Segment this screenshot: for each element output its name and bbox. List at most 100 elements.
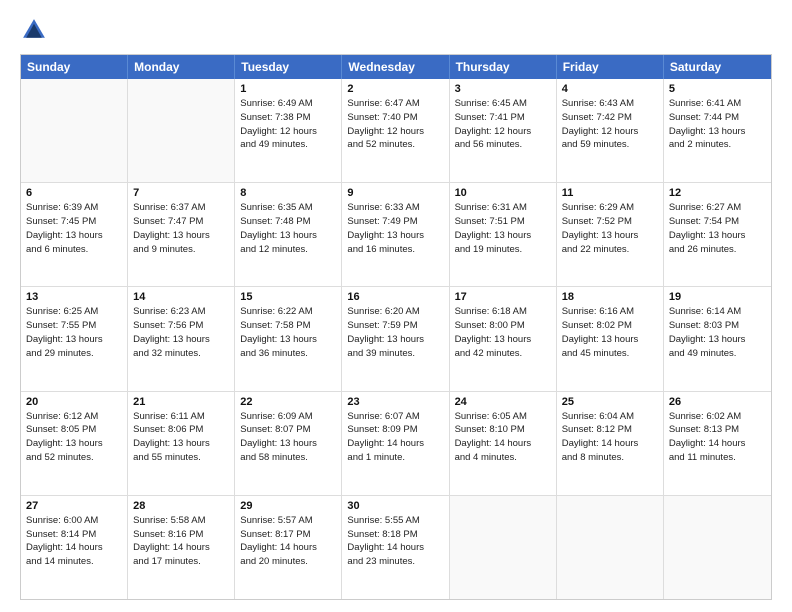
- cell-line: and 8 minutes.: [562, 451, 658, 465]
- cell-line: and 17 minutes.: [133, 555, 229, 569]
- cell-line: Sunrise: 6:22 AM: [240, 305, 336, 319]
- cell-line: Sunset: 7:41 PM: [455, 111, 551, 125]
- cell-line: Daylight: 14 hours: [347, 437, 443, 451]
- day-number: 16: [347, 291, 443, 303]
- cell-line: Daylight: 13 hours: [347, 333, 443, 347]
- calendar-cell: 17Sunrise: 6:18 AMSunset: 8:00 PMDayligh…: [450, 287, 557, 390]
- cell-line: and 49 minutes.: [669, 347, 766, 361]
- cell-line: Daylight: 12 hours: [455, 125, 551, 139]
- cell-line: Sunset: 7:42 PM: [562, 111, 658, 125]
- logo: [20, 16, 52, 44]
- cell-line: Sunset: 8:17 PM: [240, 528, 336, 542]
- calendar-cell: 16 Sunrise: 6:20 AMSunset: 7:59 PMDayligh…: [342, 287, 449, 390]
- cell-line: Sunset: 7:44 PM: [669, 111, 766, 125]
- calendar-cell: 28Sunrise: 5:58 AMSunset: 8:16 PMDayligh…: [128, 496, 235, 599]
- cell-line: Daylight: 13 hours: [669, 229, 766, 243]
- cell-line: Sunrise: 6:45 AM: [455, 97, 551, 111]
- cell-line: Daylight: 14 hours: [133, 541, 229, 555]
- cell-line: Sunrise: 6:00 AM: [26, 514, 122, 528]
- cell-line: and 12 minutes.: [240, 243, 336, 257]
- day-number: 26: [669, 396, 766, 408]
- cell-line: and 14 minutes.: [26, 555, 122, 569]
- calendar-cell: 12Sunrise: 6:27 AMSunset: 7:54 PMDayligh…: [664, 183, 771, 286]
- cell-line: Sunrise: 6:47 AM: [347, 97, 443, 111]
- cell-line: and 4 minutes.: [455, 451, 551, 465]
- calendar-header-cell: Tuesday: [235, 55, 342, 79]
- calendar-row: 20Sunrise: 6:12 AMSunset: 8:05 PMDayligh…: [21, 392, 771, 496]
- cell-line: Sunrise: 5:58 AM: [133, 514, 229, 528]
- day-number: 1: [240, 83, 336, 95]
- day-number: 15: [240, 291, 336, 303]
- cell-line: Sunrise: 6:35 AM: [240, 201, 336, 215]
- calendar-cell: [21, 79, 128, 182]
- cell-line: Sunset: 7:47 PM: [133, 215, 229, 229]
- calendar-row: 1Sunrise: 6:49 AMSunset: 7:38 PMDaylight…: [21, 79, 771, 183]
- cell-line: Sunrise: 6:20 AM: [347, 305, 443, 319]
- cell-line: and 39 minutes.: [347, 347, 443, 361]
- cell-line: and 29 minutes.: [26, 347, 122, 361]
- cell-line: Sunrise: 6:41 AM: [669, 97, 766, 111]
- cell-line: Sunset: 7:51 PM: [455, 215, 551, 229]
- day-number: 5: [669, 83, 766, 95]
- day-number: 8: [240, 187, 336, 199]
- calendar-cell: [664, 496, 771, 599]
- day-number: 3: [455, 83, 551, 95]
- cell-line: and 6 minutes.: [26, 243, 122, 257]
- cell-line: Sunrise: 6:12 AM: [26, 410, 122, 424]
- cell-line: Sunrise: 6:33 AM: [347, 201, 443, 215]
- cell-line: Sunset: 7:49 PM: [347, 215, 443, 229]
- cell-line: and 56 minutes.: [455, 138, 551, 152]
- cell-line: Daylight: 12 hours: [347, 125, 443, 139]
- day-number: 23: [347, 396, 443, 408]
- cell-line: Sunrise: 6:16 AM: [562, 305, 658, 319]
- cell-line: Sunrise: 6:39 AM: [26, 201, 122, 215]
- cell-line: Sunset: 7:59 PM: [347, 319, 443, 333]
- cell-line: and 1 minute.: [347, 451, 443, 465]
- cell-line: Daylight: 13 hours: [26, 437, 122, 451]
- cell-line: Daylight: 13 hours: [240, 437, 336, 451]
- cell-line: Sunrise: 6:05 AM: [455, 410, 551, 424]
- cell-line: Daylight: 13 hours: [455, 229, 551, 243]
- cell-line: Sunrise: 6:29 AM: [562, 201, 658, 215]
- calendar-row: 13Sunrise: 6:25 AMSunset: 7:55 PMDayligh…: [21, 287, 771, 391]
- cell-line: Daylight: 13 hours: [562, 333, 658, 347]
- calendar-header-cell: Monday: [128, 55, 235, 79]
- cell-line: and 19 minutes.: [455, 243, 551, 257]
- cell-line: and 52 minutes.: [347, 138, 443, 152]
- cell-line: Sunrise: 6:18 AM: [455, 305, 551, 319]
- calendar-cell: 11Sunrise: 6:29 AMSunset: 7:52 PMDayligh…: [557, 183, 664, 286]
- cell-line: Daylight: 13 hours: [669, 125, 766, 139]
- cell-line: Sunrise: 6:04 AM: [562, 410, 658, 424]
- cell-line: and 23 minutes.: [347, 555, 443, 569]
- cell-line: Sunset: 8:05 PM: [26, 423, 122, 437]
- cell-line: Daylight: 13 hours: [455, 333, 551, 347]
- calendar-cell: 8Sunrise: 6:35 AMSunset: 7:48 PMDaylight…: [235, 183, 342, 286]
- calendar-cell: 25Sunrise: 6:04 AMSunset: 8:12 PMDayligh…: [557, 392, 664, 495]
- cell-line: Sunset: 8:12 PM: [562, 423, 658, 437]
- logo-icon: [20, 16, 48, 44]
- day-number: 4: [562, 83, 658, 95]
- cell-line: Sunrise: 5:55 AM: [347, 514, 443, 528]
- cell-line: Sunrise: 6:37 AM: [133, 201, 229, 215]
- day-number: 11: [562, 187, 658, 199]
- cell-line: and 36 minutes.: [240, 347, 336, 361]
- cell-line: Sunrise: 6:02 AM: [669, 410, 766, 424]
- calendar-cell: 6Sunrise: 6:39 AMSunset: 7:45 PMDaylight…: [21, 183, 128, 286]
- cell-line: and 55 minutes.: [133, 451, 229, 465]
- day-number: 2: [347, 83, 443, 95]
- cell-line: Sunset: 8:02 PM: [562, 319, 658, 333]
- cell-line: and 22 minutes.: [562, 243, 658, 257]
- cell-line: Daylight: 13 hours: [669, 333, 766, 347]
- day-number: 12: [669, 187, 766, 199]
- cell-line: Daylight: 13 hours: [26, 333, 122, 347]
- cell-line: Sunset: 7:40 PM: [347, 111, 443, 125]
- day-number: 18: [562, 291, 658, 303]
- cell-line: Daylight: 14 hours: [240, 541, 336, 555]
- cell-line: and 2 minutes.: [669, 138, 766, 152]
- cell-line: Sunset: 8:03 PM: [669, 319, 766, 333]
- calendar-cell: [450, 496, 557, 599]
- calendar-cell: 22Sunrise: 6:09 AMSunset: 8:07 PMDayligh…: [235, 392, 342, 495]
- calendar-row: 6Sunrise: 6:39 AMSunset: 7:45 PMDaylight…: [21, 183, 771, 287]
- cell-line: Sunrise: 6:43 AM: [562, 97, 658, 111]
- cell-line: Daylight: 13 hours: [133, 437, 229, 451]
